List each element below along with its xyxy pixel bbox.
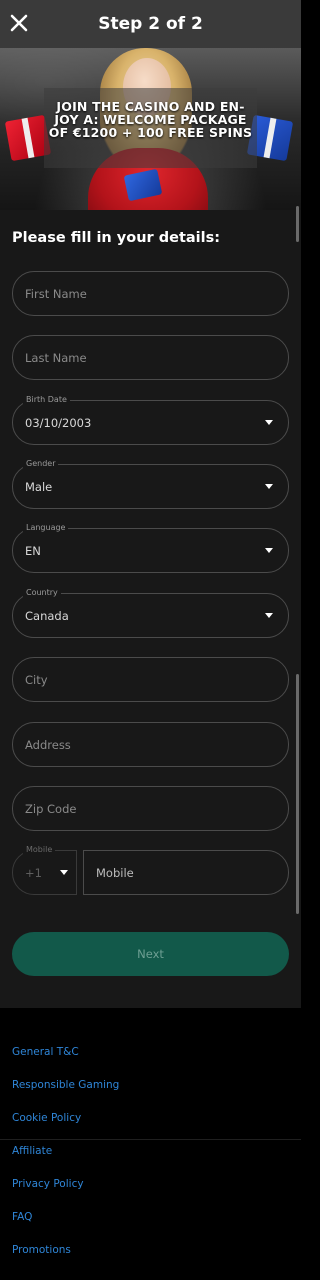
country-select[interactable]: Country Canada <box>12 588 289 638</box>
caret-down-icon <box>265 548 273 553</box>
footer-link-privacy-policy[interactable]: Privacy Policy <box>12 1178 84 1190</box>
birth-date-label: Birth Date <box>23 395 70 405</box>
footer-link-cookie-policy[interactable]: Cookie Policy <box>12 1112 81 1124</box>
footer-divider <box>0 1139 301 1140</box>
registration-form: Please fill in your details: Birth Date … <box>0 206 301 1008</box>
city-field[interactable] <box>12 657 289 702</box>
birth-date-value: 03/10/2003 <box>25 416 92 430</box>
mobile-label: Mobile <box>23 845 56 855</box>
welcome-offer-text: JOIN THE CASINO AND EN- JOY A: WELCOME P… <box>48 99 253 140</box>
footer-link-promotions[interactable]: Promotions <box>12 1244 71 1256</box>
footer-link-responsible-gaming[interactable]: Responsible Gaming <box>12 1079 119 1091</box>
last-name-field[interactable] <box>12 335 289 380</box>
last-name-input[interactable] <box>25 336 255 379</box>
address-input[interactable] <box>25 723 255 766</box>
first-name-field[interactable] <box>12 271 289 316</box>
address-field[interactable] <box>12 722 289 767</box>
form-heading: Please fill in your details: <box>12 230 221 246</box>
zip-code-input[interactable] <box>25 787 255 830</box>
country-label: Country <box>23 588 61 598</box>
language-label: Language <box>23 523 69 533</box>
banner-scrollbar[interactable] <box>296 206 299 242</box>
promo-banner: JOIN THE CASINO AND EN- JOY A: WELCOME P… <box>0 48 301 210</box>
language-select[interactable]: Language EN <box>12 523 289 573</box>
footer-link-affiliate[interactable]: Affiliate <box>12 1145 52 1157</box>
birth-date-select[interactable]: Birth Date 03/10/2003 <box>12 395 289 445</box>
footer-link-general-tc[interactable]: General T&C <box>12 1046 79 1058</box>
country-code-value: +1 <box>25 866 42 880</box>
city-input[interactable] <box>25 658 255 701</box>
first-name-input[interactable] <box>25 272 255 315</box>
top-bar: Step 2 of 2 <box>0 0 301 48</box>
footer-link-faq[interactable]: FAQ <box>12 1211 32 1223</box>
caret-down-icon <box>265 420 273 425</box>
caret-down-icon <box>60 870 68 875</box>
footer: General T&C Responsible Gaming Cookie Po… <box>0 1008 301 1280</box>
form-scrollbar[interactable] <box>296 674 299 914</box>
gender-select[interactable]: Gender Male <box>12 459 289 509</box>
caret-down-icon <box>265 484 273 489</box>
country-value: Canada <box>25 609 69 623</box>
language-value: EN <box>25 544 41 558</box>
country-code-select[interactable]: Mobile +1 <box>12 845 77 895</box>
caret-down-icon <box>265 613 273 618</box>
gender-value: Male <box>25 480 53 494</box>
zip-code-field[interactable] <box>12 786 289 831</box>
next-button[interactable]: Next <box>12 932 289 976</box>
mobile-input[interactable] <box>96 851 276 894</box>
mobile-field[interactable] <box>83 850 289 895</box>
gender-label: Gender <box>23 459 59 469</box>
step-title: Step 2 of 2 <box>98 14 203 34</box>
